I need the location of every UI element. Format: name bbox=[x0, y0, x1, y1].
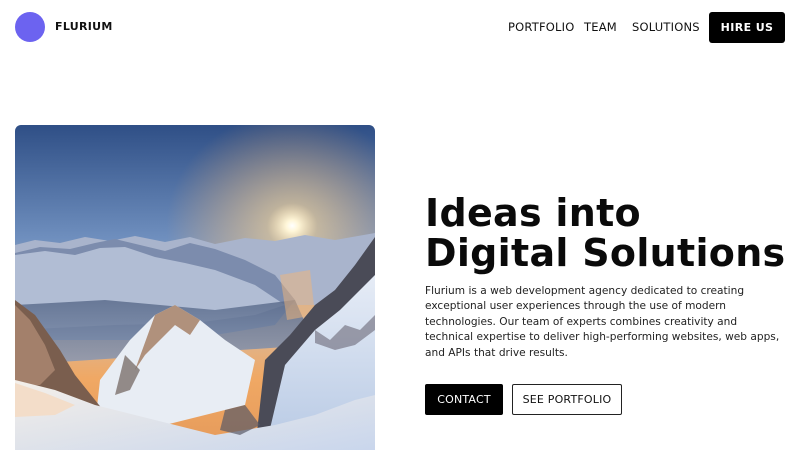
contact-button[interactable]: CONTACT bbox=[425, 384, 503, 415]
hero-image bbox=[15, 125, 375, 450]
headline-line-1: Ideas into bbox=[425, 191, 641, 235]
see-portfolio-button[interactable]: SEE PORTFOLIO bbox=[512, 384, 622, 415]
mountain-sunset-photo-icon bbox=[15, 125, 375, 450]
nav-item-solutions[interactable]: SOLUTIONS bbox=[632, 19, 700, 35]
nav-item-team[interactable]: TEAM bbox=[584, 19, 617, 35]
headline-line-2: Digital Solutions bbox=[425, 231, 786, 275]
hero-description: Flurium is a web development agency dedi… bbox=[425, 285, 780, 359]
brand-name[interactable]: FLURIUM bbox=[55, 19, 113, 35]
hire-us-button[interactable]: HIRE US bbox=[709, 12, 785, 43]
landing-page: FLURIUM PORTFOLIO TEAM SOLUTIONS HIRE US bbox=[0, 0, 800, 450]
logo-circle-icon[interactable] bbox=[15, 12, 45, 42]
nav-item-portfolio[interactable]: PORTFOLIO bbox=[508, 19, 574, 35]
site-header: FLURIUM PORTFOLIO TEAM SOLUTIONS HIRE US bbox=[0, 0, 800, 55]
hero-headline: Ideas into Digital Solutions bbox=[425, 193, 795, 273]
